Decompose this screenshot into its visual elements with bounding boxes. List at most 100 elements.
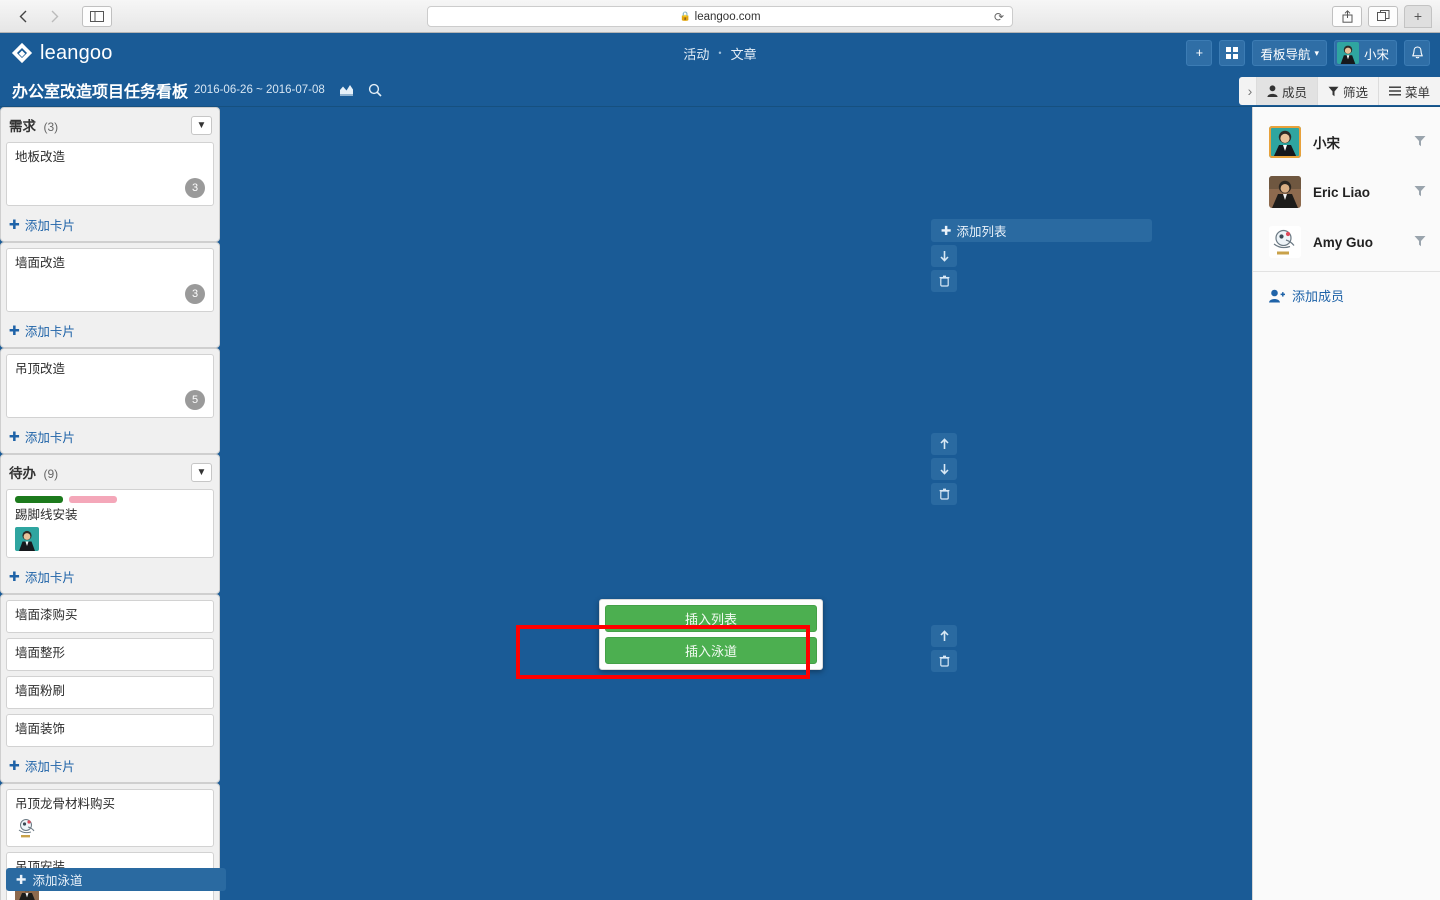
tabs-button[interactable] [1368,5,1398,27]
card-badge: 3 [185,284,205,304]
lane-delete-button[interactable] [931,650,957,672]
sidebar-toggle-icon [90,10,104,22]
avatar[interactable] [1269,126,1301,158]
search-icon [368,83,382,97]
reload-icon[interactable]: ⟳ [994,10,1004,24]
page-title: 办公室改造项目任务看板 [12,83,189,101]
user-menu[interactable]: 小宋 [1333,40,1397,66]
avatar[interactable] [15,527,39,551]
card[interactable]: 吊顶龙骨材料购买 [6,789,214,847]
card[interactable]: 地板改造 3 [6,142,214,206]
lane3-controls [931,625,957,672]
tab-filter[interactable]: 筛选 [1316,77,1378,105]
nav-right-controls: + 看板导航 ▾ 小宋 [1186,40,1430,66]
boards-grid-button[interactable] [1219,40,1246,66]
card-title: 墙面粉刷 [15,684,66,698]
member-row[interactable]: Amy Guo [1253,217,1440,267]
card[interactable]: 墙面漆购买 [6,600,214,633]
url-text: leangoo.com [694,10,761,23]
panel-tabs: 成员 筛选 菜单 [1255,77,1440,105]
add-swimlane-label: 添加泳道 [32,874,83,888]
add-card-button[interactable]: ✚ 添加卡片 [6,317,214,342]
card[interactable]: 踢脚线安装 [6,489,214,558]
avatar[interactable] [1269,176,1301,208]
tab-menu[interactable]: 菜单 [1377,77,1440,105]
board-header: 办公室改造项目任务看板 2016-06-26 ~ 2016-07-08 › 成员… [0,73,1440,107]
add-list-button[interactable]: ✚ 添加列表 [931,219,1152,242]
label-green [15,496,63,503]
tab-members-label: 成员 [1281,85,1307,100]
forward-chevron-icon [51,10,59,22]
notifications-button[interactable] [1404,40,1430,66]
card[interactable]: 墙面整形 [6,638,214,671]
member-row[interactable]: Eric Liao [1253,167,1440,217]
share-button[interactable] [1332,5,1362,27]
brand[interactable]: leangoo [11,42,113,65]
nav-articles[interactable]: 文章 [731,44,757,63]
card[interactable]: 墙面装饰 [6,714,214,747]
funnel-icon[interactable] [1414,235,1426,250]
back-button[interactable] [8,6,38,27]
add-card-button[interactable]: ✚ 添加卡片 [6,563,214,588]
insert-list-button[interactable]: 插入列表 [605,605,817,632]
lane-move-up-button[interactable] [931,433,957,455]
lane-move-up-button[interactable] [931,625,957,647]
list-title: 需求 [9,119,36,134]
avatar[interactable] [1269,226,1301,258]
member-name: Amy Guo [1313,234,1374,250]
trash-icon [939,488,949,500]
nav-activity[interactable]: 活动 [683,44,709,63]
add-card-button[interactable]: ✚ 添加卡片 [6,211,214,236]
lane1-controls [931,245,957,292]
funnel-icon[interactable] [1414,135,1426,150]
lane-move-down-button[interactable] [931,245,957,267]
plus-icon: ✚ [9,757,20,773]
plus-icon: ✚ [16,873,27,887]
board-nav-dropdown[interactable]: 看板导航 ▾ [1252,40,1327,66]
lane-delete-button[interactable] [931,270,957,292]
chevron-down-icon[interactable]: ▼ [191,463,212,482]
add-member-button[interactable]: 添加成员 [1253,272,1440,305]
leangoo-logo-icon [11,42,33,64]
add-swimlane-button[interactable]: ✚ 添加泳道 [6,868,226,891]
card[interactable]: 吊顶改造 5 [6,354,214,418]
tab-filter-label: 筛选 [1342,85,1368,100]
card-title: 墙面改造 [15,256,66,270]
new-tab-button[interactable]: + [1404,4,1432,28]
card[interactable]: 墙面改造 3 [6,248,214,312]
card[interactable]: 墙面粉刷 [6,676,214,709]
avatar[interactable] [15,816,39,840]
arrow-up-icon [939,438,949,449]
plus-icon: ✚ [9,428,20,444]
list-header: 待办 (9) ▼ [6,460,214,489]
member-name: Eric Liao [1313,184,1371,200]
share-icon [1342,9,1352,23]
sidebar-toggle-button[interactable] [82,5,112,27]
forward-button[interactable] [40,6,70,27]
lane-move-down-button[interactable] [931,458,957,480]
list-title-group: 需求 (3) [9,115,58,136]
add-card-button[interactable]: ✚ 添加卡片 [6,423,214,448]
plus-icon: ✚ [9,216,20,232]
trash-icon [939,655,949,667]
funnel-icon[interactable] [1414,185,1426,200]
list-count: (3) [43,120,59,134]
add-card-button[interactable]: ✚ 添加卡片 [6,752,214,777]
insert-swimlane-button[interactable]: 插入泳道 [605,637,817,664]
lane-delete-button[interactable] [931,483,957,505]
person-icon [1267,85,1278,97]
search-button[interactable] [368,83,382,97]
tab-members[interactable]: 成员 [1255,77,1317,105]
add-button[interactable]: + [1186,40,1213,66]
add-card-label: 添加卡片 [24,760,75,774]
back-chevron-icon [19,10,27,22]
brand-name: leangoo [40,41,113,64]
card-title: 墙面整形 [15,646,66,660]
chart-button[interactable] [339,83,354,96]
list-todo-lane2: 墙面漆购买 墙面整形 墙面粉刷 墙面装饰 ✚ 添加卡片 [0,594,220,783]
card-title: 吊顶龙骨材料购买 [15,797,116,811]
chevron-down-icon[interactable]: ▼ [191,116,212,135]
tabs-icon [1376,10,1389,21]
member-row[interactable]: 小宋 [1253,117,1440,167]
address-bar[interactable]: 🔒 leangoo.com ⟳ [427,6,1013,27]
